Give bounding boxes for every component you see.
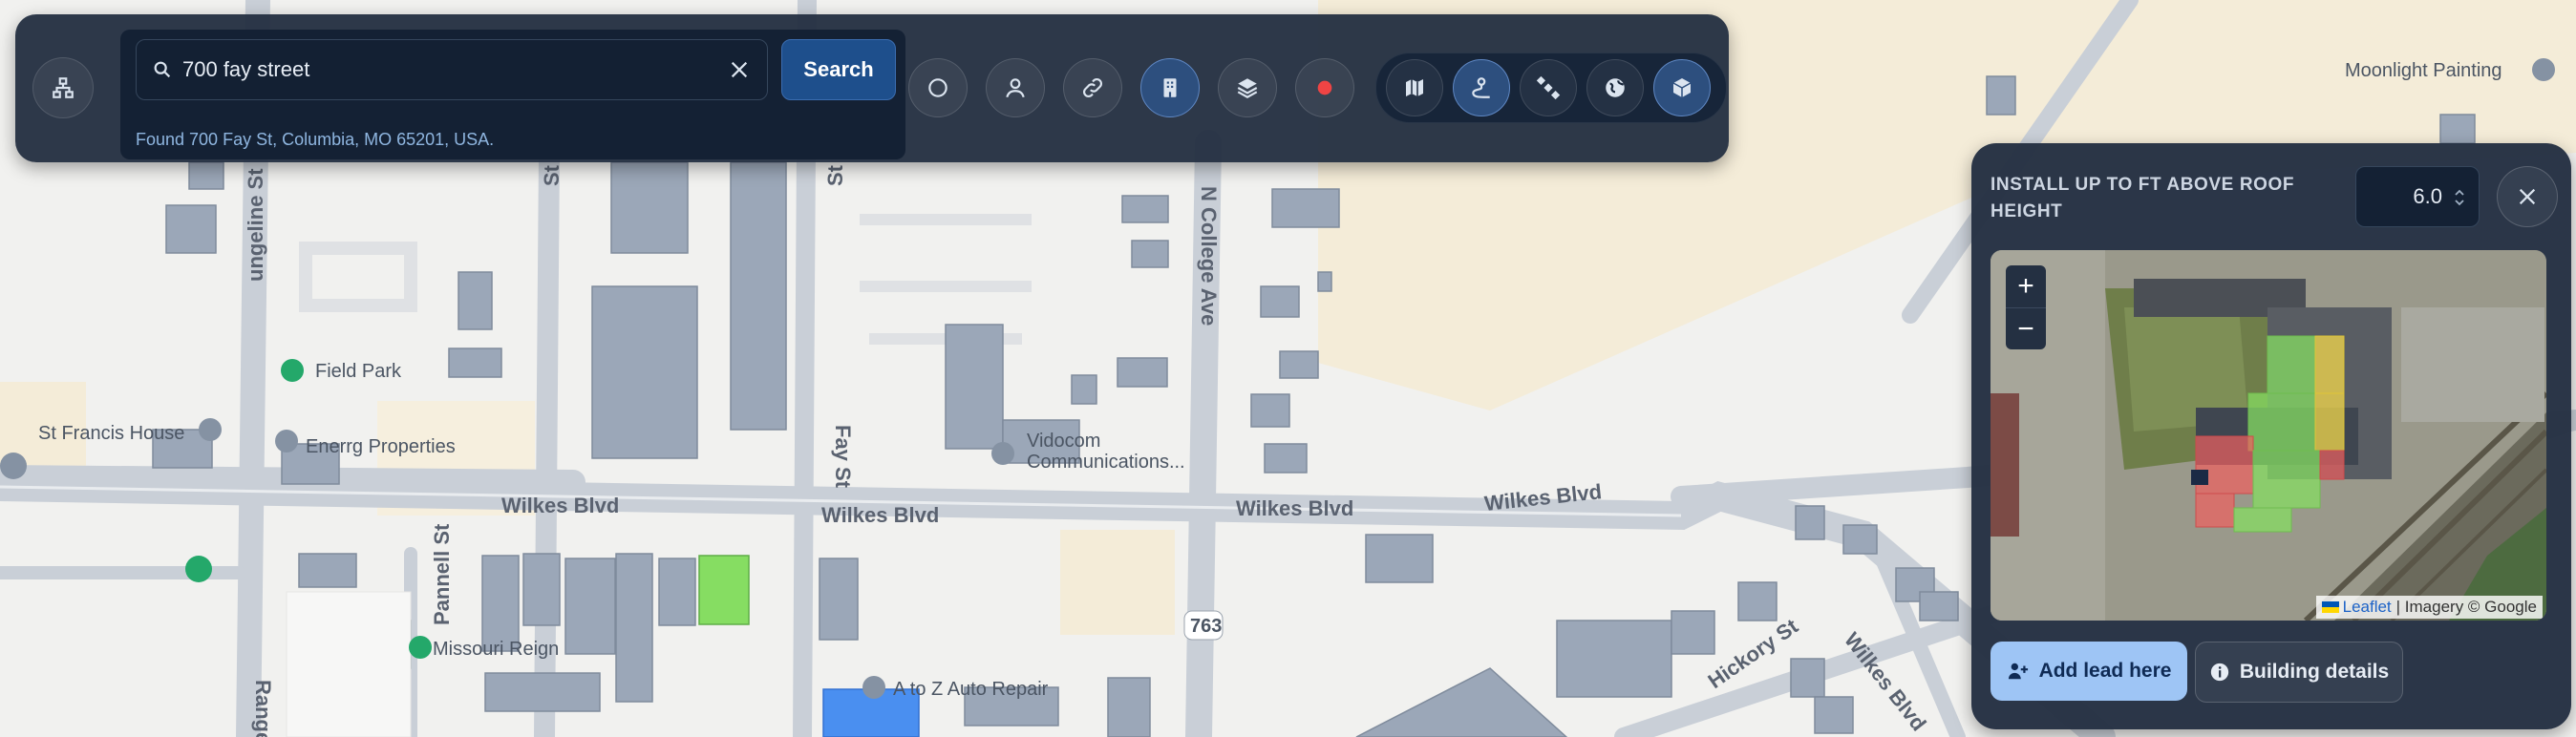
circle-icon [928, 78, 947, 97]
svg-text:St Francis House: St Francis House [38, 423, 184, 444]
svg-text:Enerrg Properties: Enerrg Properties [306, 436, 456, 457]
building-panel: INSTALL UP TO FT ABOVE ROOF HEIGHT 6.0 +… [1971, 143, 2571, 729]
globe-view-button[interactable] [1586, 59, 1644, 116]
ukraine-flag-icon [2321, 601, 2339, 613]
add-lead-button[interactable]: Add lead here [1991, 642, 2187, 701]
cube-icon [1672, 78, 1692, 97]
svg-text:Field Park: Field Park [315, 361, 402, 382]
roof-height-label: INSTALL UP TO FT ABOVE ROOF HEIGHT [1991, 175, 2295, 221]
svg-text:Pannell St: Pannell St [430, 523, 454, 625]
map-view-button[interactable] [1386, 59, 1443, 116]
svg-text:Range: Range [251, 680, 275, 737]
svg-text:Vidocom: Vidocom [1027, 431, 1100, 452]
svg-text:Wilkes Blvd: Wilkes Blvd [501, 494, 619, 517]
route-view-button[interactable] [1453, 59, 1510, 116]
roof-height-value: 6.0 [2413, 184, 2442, 208]
satellite-map[interactable]: + − Leaflet | Imagery © Google [1991, 250, 2546, 621]
draw-circle-button[interactable] [908, 58, 968, 117]
route-shield: 763 [1190, 616, 1222, 637]
close-icon [2519, 188, 2536, 205]
satellite-imagery [1991, 250, 2546, 621]
zoom-in-button[interactable]: + [2006, 265, 2046, 308]
top-toolbar: 700 fay street Search Found 700 Fay St, … [15, 14, 1729, 162]
map-attribution: Leaflet | Imagery © Google [2315, 596, 2543, 619]
svg-text:Communications...: Communications... [1027, 452, 1185, 473]
layers-icon [1237, 78, 1258, 98]
svg-text:Wilkes Blvd: Wilkes Blvd [1236, 496, 1353, 520]
search-panel: 700 fay street Search Found 700 Fay St, … [120, 30, 905, 159]
3d-view-button[interactable] [1653, 59, 1711, 116]
leaflet-link[interactable]: Leaflet [2343, 598, 2392, 617]
add-lead-label: Add lead here [2038, 660, 2172, 682]
building-details-label: Building details [2239, 661, 2390, 683]
svg-text:Wilkes Blvd: Wilkes Blvd [821, 503, 939, 527]
network-button[interactable] [32, 57, 94, 118]
user-icon [1006, 78, 1025, 98]
record-button[interactable] [1295, 58, 1354, 117]
building-icon [1163, 78, 1177, 97]
search-input[interactable]: 700 fay street [136, 39, 768, 100]
svg-text:A to Z Auto Repair: A to Z Auto Repair [893, 679, 1049, 700]
zoom-out-button[interactable]: − [2006, 308, 2046, 350]
close-panel-button[interactable] [2497, 166, 2558, 227]
svg-text:ungeline St: ungeline St [244, 168, 267, 282]
network-icon [53, 77, 74, 98]
svg-text:Fay St: Fay St [831, 425, 855, 489]
search-value: 700 fay street [182, 57, 310, 81]
layers-button[interactable] [1218, 58, 1277, 117]
search-result-text: Found 700 Fay St, Columbia, MO 65201, US… [136, 130, 495, 149]
route-icon [1472, 77, 1490, 98]
search-icon [154, 61, 171, 78]
svg-text:St: St [540, 164, 564, 186]
imagery-credit: | Imagery © Google [2395, 598, 2537, 616]
map-icon [1406, 79, 1423, 96]
svg-text:Missouri Reign: Missouri Reign [433, 639, 559, 660]
building-details-button[interactable]: Building details [2195, 642, 2403, 703]
user-button[interactable] [986, 58, 1045, 117]
search-button[interactable]: Search [781, 39, 896, 100]
clear-search-button[interactable] [723, 53, 756, 86]
roof-height-input[interactable]: 6.0 [2355, 166, 2480, 227]
globe-icon [1606, 78, 1625, 97]
zoom-control: + − [2006, 265, 2046, 349]
svg-text:St: St [823, 164, 847, 186]
info-icon [2210, 663, 2228, 682]
link-button[interactable] [1063, 58, 1122, 117]
record-icon [1317, 80, 1332, 95]
svg-text:Moonlight Painting: Moonlight Painting [2345, 60, 2502, 81]
satellite-icon [1536, 75, 1561, 100]
close-icon [731, 61, 748, 78]
add-user-icon [2008, 663, 2028, 680]
svg-text:N College Ave: N College Ave [1197, 186, 1221, 326]
building-button[interactable] [1140, 58, 1200, 117]
map-mode-group [1375, 53, 1727, 123]
satellite-view-button[interactable] [1520, 59, 1577, 116]
link-icon [1083, 78, 1102, 97]
stepper-icon[interactable] [2454, 188, 2465, 207]
